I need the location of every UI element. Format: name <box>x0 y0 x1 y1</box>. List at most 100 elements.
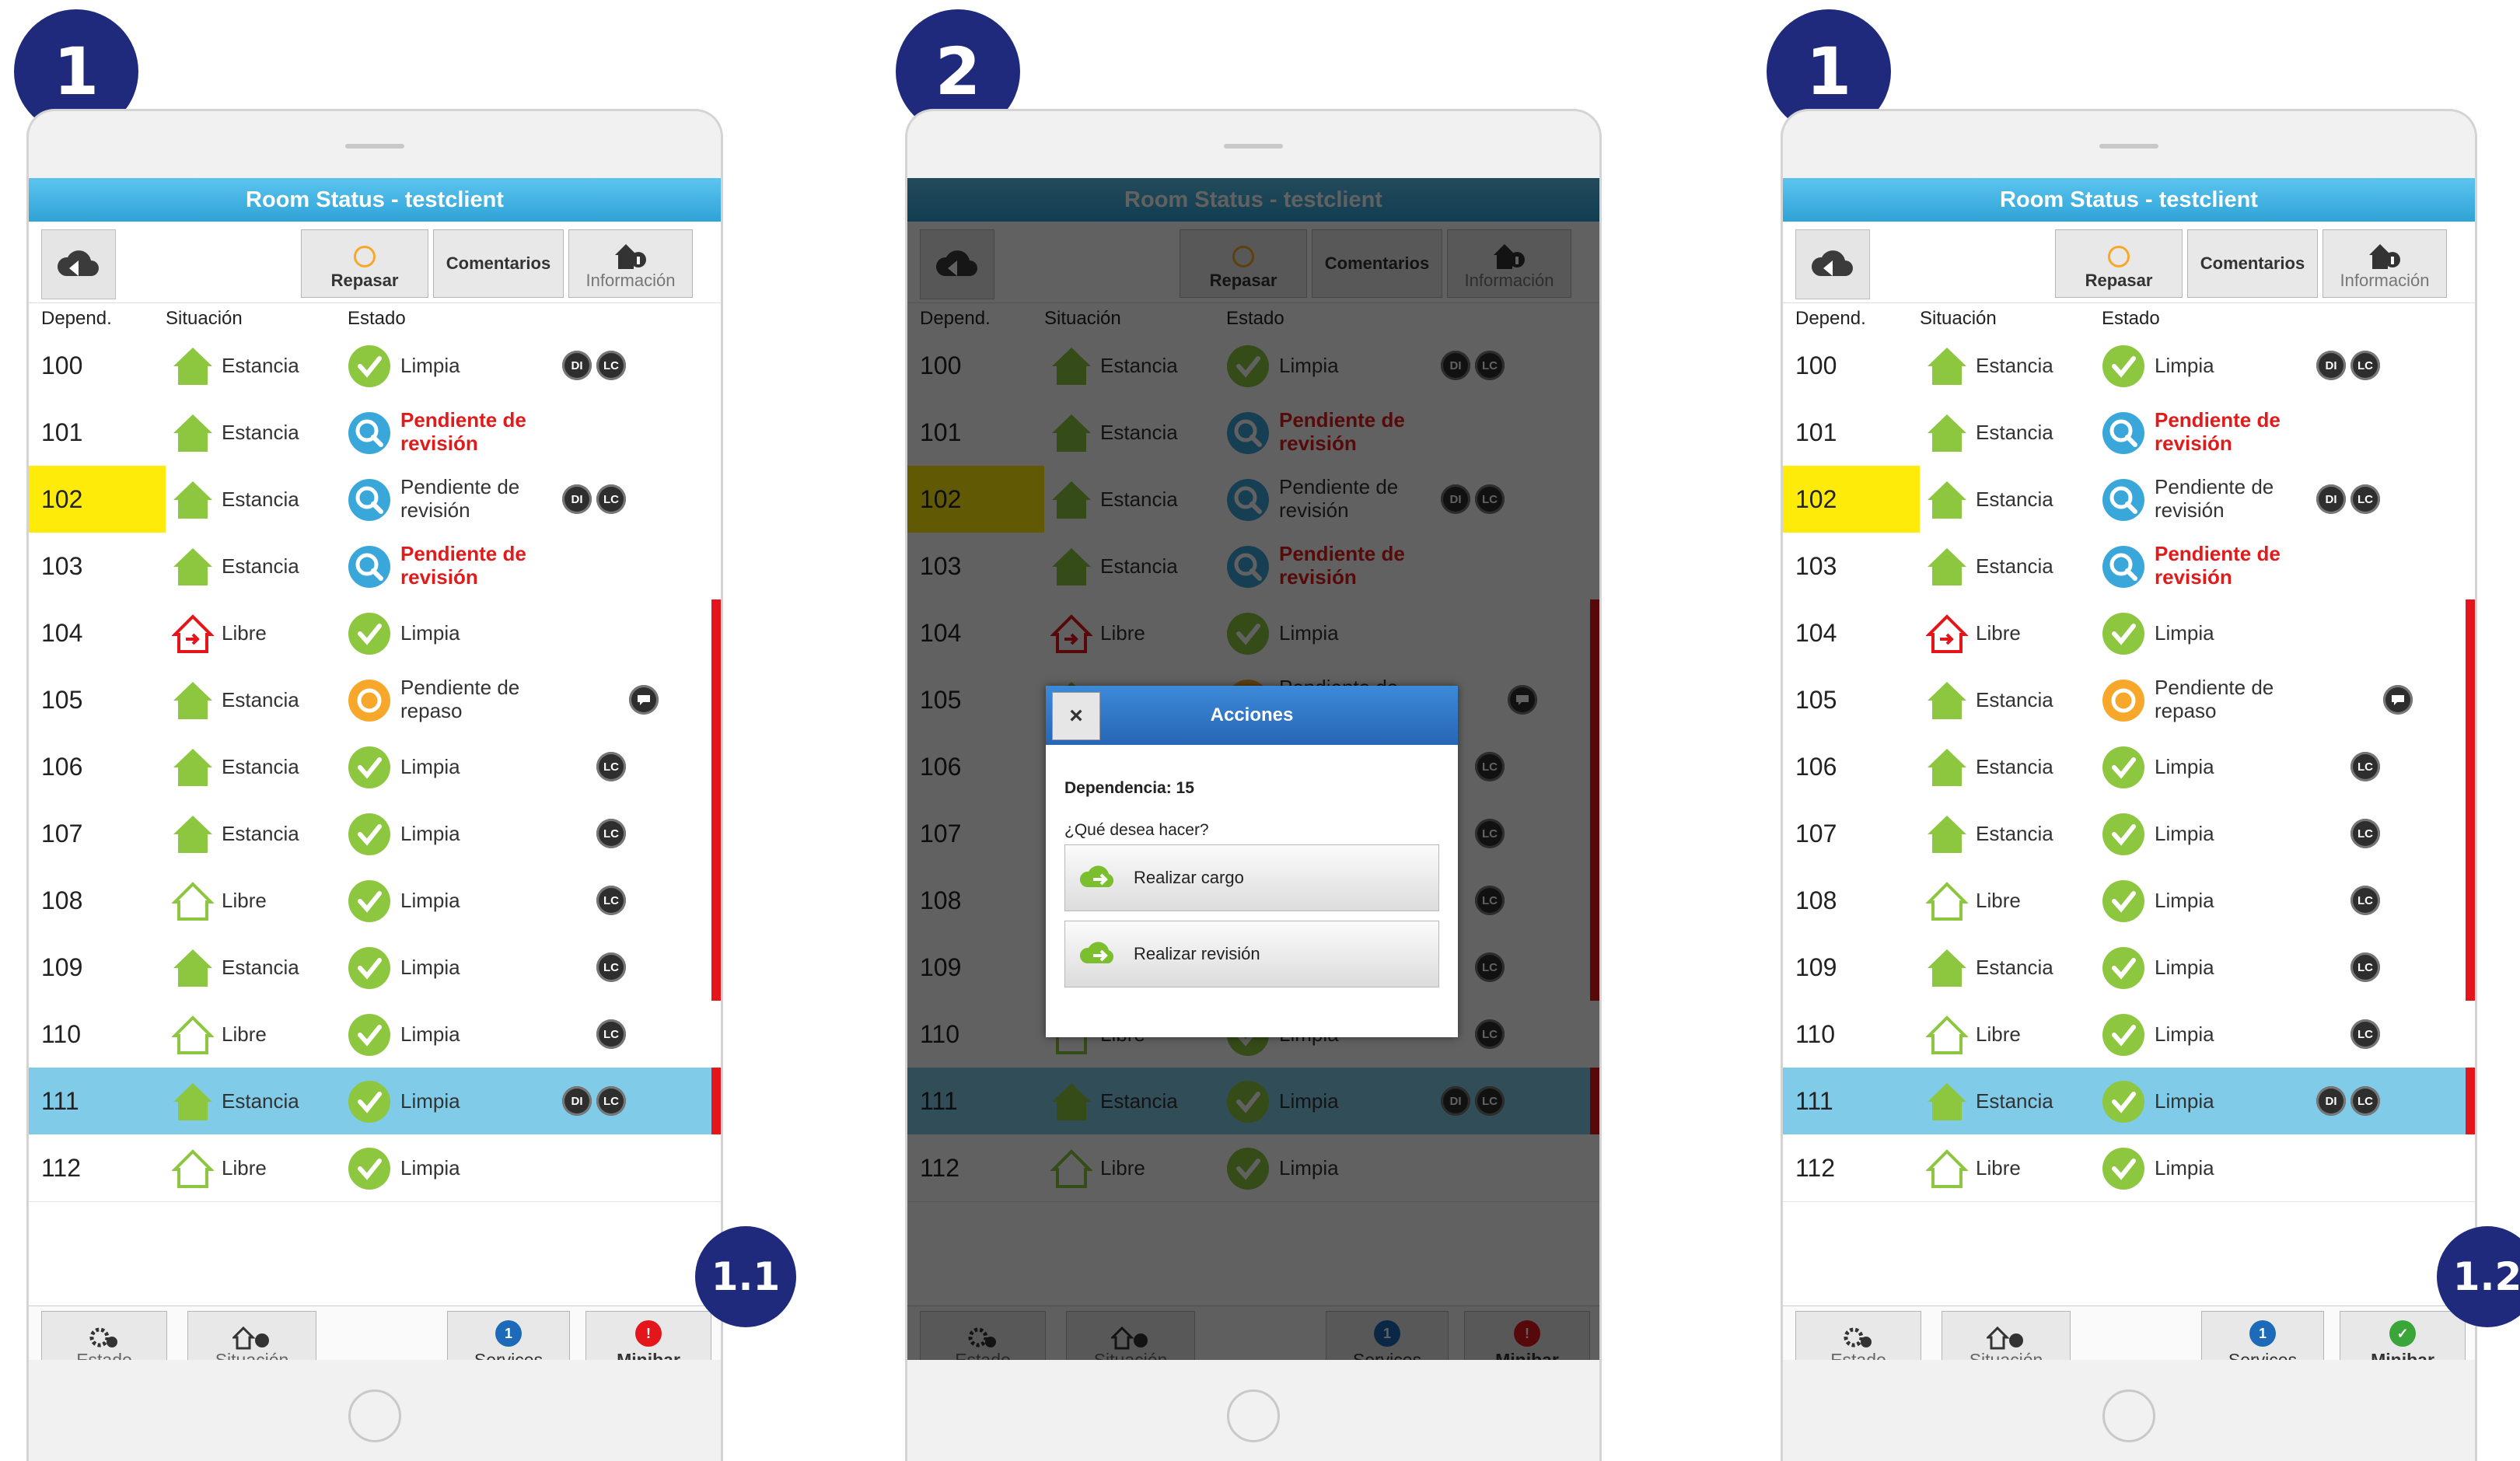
room-number: 110 <box>41 1020 82 1048</box>
situacion-button[interactable]: Situación <box>1942 1311 2071 1360</box>
room-number: 111 <box>1795 1087 1833 1115</box>
tag-lc-icon[interactable]: LC <box>2350 1019 2380 1049</box>
table-row[interactable]: 106 Estancia Limpia LC <box>1783 733 2475 801</box>
tag-lc-icon[interactable]: LC <box>2350 752 2380 781</box>
repasar-button[interactable]: Repasar <box>301 229 428 298</box>
status-label: Pendiente de repaso <box>400 676 520 722</box>
informacion-button[interactable]: Información <box>2323 229 2447 298</box>
tag-lc-icon[interactable]: LC <box>2350 1086 2380 1116</box>
home-button[interactable] <box>348 1389 401 1442</box>
table-row[interactable]: 108 Libre Limpia LC <box>1783 867 2475 935</box>
tag-lc-icon[interactable]: LC <box>2350 351 2380 380</box>
minibar-button[interactable]: ✓ Minibar <box>2340 1311 2466 1360</box>
table-row[interactable]: 110 Libre Limpia LC <box>1783 1001 2475 1068</box>
minibar-alert-badge: ! <box>635 1320 662 1347</box>
tag-lc-icon[interactable]: LC <box>596 1086 626 1116</box>
tag-di-icon[interactable]: DI <box>562 1086 592 1116</box>
room-number: 103 <box>41 552 83 580</box>
realizar-cargo-button[interactable]: Realizar cargo <box>1064 844 1439 911</box>
cloud-home-button[interactable] <box>41 229 116 299</box>
table-row[interactable]: 105 Estancia Pendiente de repaso <box>1783 666 2475 734</box>
toolbar: Repasar Comentarios Información <box>1783 222 2475 303</box>
table-row[interactable]: 103 Estancia Pendiente de revisión <box>29 533 721 600</box>
check-circle-icon <box>2102 344 2145 388</box>
situacion-button[interactable]: Situación <box>187 1311 316 1360</box>
app-title: Room Status - testclient <box>1783 178 2475 222</box>
estado-button[interactable]: Estado <box>41 1311 167 1360</box>
tag-lc-icon[interactable]: LC <box>596 351 626 380</box>
table-row[interactable]: 112 Libre Limpia <box>1783 1134 2475 1202</box>
table-row[interactable]: 109 Estancia Limpia LC <box>1783 934 2475 1001</box>
house-outline-icon <box>1925 881 1969 921</box>
tag-lc-icon[interactable]: LC <box>596 1019 626 1049</box>
table-row[interactable]: 105 Estancia Pendiente de repaso <box>29 666 721 734</box>
table-row[interactable]: 112 Libre Limpia <box>29 1134 721 1202</box>
house-filled-icon <box>172 480 214 520</box>
tag-lc-icon[interactable]: LC <box>596 952 626 982</box>
table-row[interactable]: 107 Estancia Limpia LC <box>29 800 721 868</box>
repasar-button[interactable]: Repasar <box>2055 229 2183 298</box>
check-circle-icon <box>2102 1147 2145 1190</box>
room-number: 107 <box>41 820 83 848</box>
situation-label: Estancia <box>1976 956 2053 979</box>
status-label: Pendiente de revisión <box>400 542 526 589</box>
minibar-button[interactable]: ! Minibar <box>585 1311 711 1360</box>
tag-lc-icon[interactable]: LC <box>2350 886 2380 915</box>
tag-lc-icon[interactable]: LC <box>596 819 626 848</box>
table-row[interactable]: 100 Estancia Limpia DILC <box>29 332 721 400</box>
check-circle-icon <box>2102 879 2145 923</box>
table-row[interactable]: 100 Estancia Limpia DILC <box>1783 332 2475 400</box>
estado-button[interactable]: Estado <box>1795 1311 1921 1360</box>
cloud-home-button[interactable] <box>1795 229 1870 299</box>
tag-lc-icon[interactable]: LC <box>2350 484 2380 514</box>
table-row[interactable]: 102 Estancia Pendiente de revisión DILC <box>1783 466 2475 533</box>
table-row[interactable]: 101 Estancia Pendiente de revisión <box>1783 399 2475 467</box>
tag-lc-icon[interactable]: LC <box>596 886 626 915</box>
table-row[interactable]: 101 Estancia Pendiente de revisión <box>29 399 721 467</box>
services-label: Services <box>474 1350 543 1360</box>
status-label: Limpia <box>400 755 460 778</box>
informacion-label: Información <box>2340 271 2430 290</box>
home-button[interactable] <box>2102 1389 2155 1442</box>
situation-label: Estancia <box>1976 488 2053 511</box>
close-button[interactable]: × <box>1052 692 1100 740</box>
realizar-revision-button[interactable]: Realizar revisión <box>1064 921 1439 987</box>
tag-di-icon[interactable]: DI <box>562 484 592 514</box>
table-row[interactable]: 107 Estancia Limpia LC <box>1783 800 2475 868</box>
home-button[interactable] <box>1227 1389 1280 1442</box>
tag-di-icon[interactable]: DI <box>2316 351 2346 380</box>
phone-left: Room Status - testclient Repasar Comentari… <box>26 109 723 1461</box>
table-row[interactable]: 108 Libre Limpia LC <box>29 867 721 935</box>
table-row[interactable]: 106 Estancia Limpia LC <box>29 733 721 801</box>
table-row[interactable]: 102 Estancia Pendiente de revisión DILC <box>29 466 721 533</box>
table-row[interactable]: 104 Libre Limpia <box>1783 599 2475 667</box>
comment-icon[interactable] <box>2383 685 2413 715</box>
table-row[interactable]: 111 Estancia Limpia DILC <box>29 1068 721 1135</box>
comment-icon[interactable] <box>629 685 659 715</box>
status-label: Pendiente de revisión <box>400 475 520 522</box>
house-filled-icon <box>172 413 214 453</box>
table-row[interactable]: 103 Estancia Pendiente de revisión <box>1783 533 2475 600</box>
tag-di-icon[interactable]: DI <box>2316 1086 2346 1116</box>
tag-di-icon[interactable]: DI <box>2316 484 2346 514</box>
comentarios-button[interactable]: Comentarios <box>433 229 564 298</box>
table-row[interactable]: 109 Estancia Limpia LC <box>29 934 721 1001</box>
tag-lc-icon[interactable]: LC <box>596 484 626 514</box>
comentarios-button[interactable]: Comentarios <box>2187 229 2318 298</box>
check-circle-icon <box>348 813 391 856</box>
table-row[interactable]: 104 Libre Limpia <box>29 599 721 667</box>
services-button[interactable]: 1 Services <box>2201 1311 2324 1360</box>
tag-lc-icon[interactable]: LC <box>2350 819 2380 848</box>
estado-label: Estado <box>1830 1350 1886 1360</box>
tag-di-icon[interactable]: DI <box>562 351 592 380</box>
informacion-button[interactable]: Información <box>568 229 693 298</box>
tag-lc-icon[interactable]: LC <box>596 752 626 781</box>
table-row[interactable]: 111 Estancia Limpia DILC <box>1783 1068 2475 1135</box>
room-number: 103 <box>1795 552 1837 580</box>
services-button[interactable]: 1 Services <box>447 1311 570 1360</box>
tag-lc-icon[interactable]: LC <box>2350 952 2380 982</box>
toolbar: Repasar Comentarios Información <box>29 222 721 303</box>
table-row[interactable]: 110 Libre Limpia LC <box>29 1001 721 1068</box>
services-count-badge: 1 <box>495 1320 522 1347</box>
situation-label: Estancia <box>222 688 299 711</box>
